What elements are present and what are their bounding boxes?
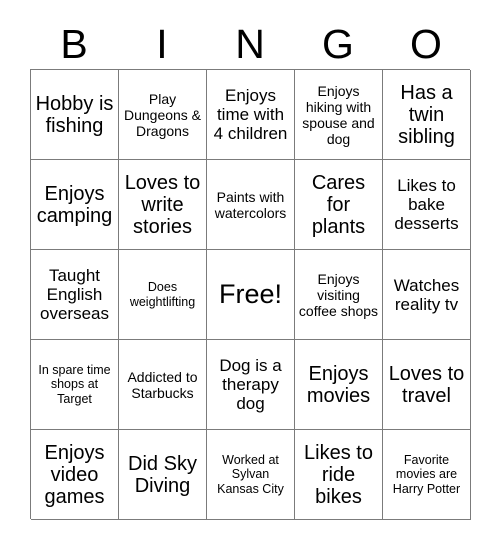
bingo-cell[interactable]: Has a twin sibling [383, 70, 471, 160]
bingo-cell-label: Enjoys visiting coffee shops [298, 270, 379, 319]
bingo-cell-label: Enjoys camping [36, 182, 113, 227]
bingo-cell[interactable]: Favorite movies are Harry Potter [383, 430, 471, 520]
bingo-cell[interactable]: In spare time shops at Target [31, 340, 119, 430]
bingo-header-letter-n: N [235, 20, 265, 67]
bingo-cell-label: Likes to ride bikes [304, 441, 373, 508]
bingo-cell-label: Loves to travel [388, 362, 465, 407]
bingo-cell-label: Favorite movies are Harry Potter [392, 452, 461, 496]
bingo-cell-free[interactable]: Free! [207, 250, 295, 340]
bingo-cell-label: Enjoys time with 4 children [213, 86, 288, 143]
bingo-cell[interactable]: Enjoys camping [31, 160, 119, 250]
bingo-cell[interactable]: Addicted to Starbucks [119, 340, 207, 430]
bingo-cell-label: Enjoys movies [306, 362, 371, 407]
bingo-cell[interactable]: Enjoys visiting coffee shops [295, 250, 383, 340]
bingo-cell[interactable]: Does weightlifting [119, 250, 207, 340]
bingo-cell-label: Likes to bake desserts [394, 176, 459, 233]
bingo-cell-label: Free! [218, 279, 283, 309]
bingo-header-letter-o: O [410, 20, 442, 67]
bingo-cell[interactable]: Paints with watercolors [207, 160, 295, 250]
bingo-cell-label: In spare time shops at Target [38, 362, 111, 406]
bingo-cell[interactable]: Enjoys hiking with spouse and dog [295, 70, 383, 160]
bingo-cell-label: Taught English overseas [40, 266, 109, 323]
bingo-grid: Hobby is fishing Play Dungeons & Dragons E… [30, 69, 471, 520]
bingo-cell-label: Worked at Sylvan Kansas City [217, 452, 284, 496]
bingo-cell-label: Dog is a therapy dog [219, 356, 282, 413]
bingo-cell[interactable]: Loves to write stories [119, 160, 207, 250]
bingo-cell-label: Loves to write stories [124, 171, 201, 238]
bingo-cell[interactable]: Worked at Sylvan Kansas City [207, 430, 295, 520]
bingo-cell-label: Cares for plants [311, 171, 366, 238]
bingo-cell[interactable]: Enjoys video games [31, 430, 119, 520]
bingo-cell[interactable]: Dog is a therapy dog [207, 340, 295, 430]
bingo-cell[interactable]: Cares for plants [295, 160, 383, 250]
bingo-cell[interactable]: Taught English overseas [31, 250, 119, 340]
bingo-header-letter-g: G [322, 20, 354, 67]
bingo-cell-label: Enjoys video games [44, 441, 105, 508]
bingo-cell[interactable]: Watches reality tv [383, 250, 471, 340]
bingo-cell[interactable]: Enjoys movies [295, 340, 383, 430]
bingo-cell-label: Addicted to Starbucks [127, 368, 198, 401]
bingo-cell-label: Has a twin sibling [398, 81, 455, 148]
bingo-header-row: B I N G O [30, 18, 470, 69]
bingo-cell-label: Does weightlifting [129, 280, 196, 309]
bingo-header-letter-b: B [60, 20, 88, 67]
bingo-cell-label: Hobby is fishing [35, 92, 114, 137]
bingo-cell[interactable]: Likes to ride bikes [295, 430, 383, 520]
bingo-card: B I N G O Hobby is fishing Play Dungeons … [0, 0, 500, 544]
bingo-cell[interactable]: Hobby is fishing [31, 70, 119, 160]
bingo-cell-label: Enjoys hiking with spouse and dog [302, 82, 375, 147]
bingo-cell[interactable]: Did Sky Diving [119, 430, 207, 520]
bingo-cell[interactable]: Likes to bake desserts [383, 160, 471, 250]
bingo-cell-label: Paints with watercolors [214, 188, 287, 221]
bingo-cell-label: Did Sky Diving [128, 452, 197, 497]
bingo-cell[interactable]: Loves to travel [383, 340, 471, 430]
bingo-header-letter-i: I [156, 20, 168, 67]
bingo-cell-label: Play Dungeons & Dragons [123, 90, 202, 139]
bingo-cell-label: Watches reality tv [393, 275, 460, 314]
bingo-cell[interactable]: Play Dungeons & Dragons [119, 70, 207, 160]
bingo-cell[interactable]: Enjoys time with 4 children [207, 70, 295, 160]
